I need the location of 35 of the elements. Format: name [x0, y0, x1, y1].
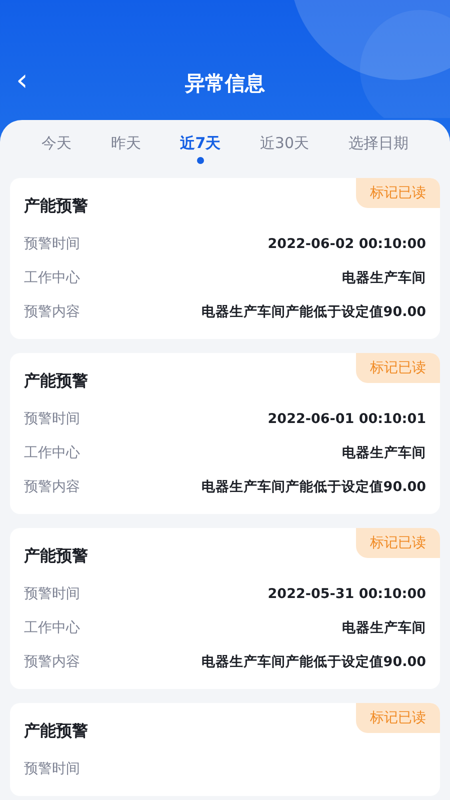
- field-value: 2022-05-31 00:10:00: [268, 586, 426, 602]
- date-tab[interactable]: 昨天: [110, 134, 141, 168]
- field-value: 2022-06-01 00:10:01: [268, 411, 426, 427]
- field-label: 工作中心: [24, 444, 80, 462]
- field-value: 电器生产车间产能低于设定值90.00: [201, 653, 426, 671]
- date-tab[interactable]: 近7天: [180, 134, 221, 168]
- field-label: 预警时间: [24, 585, 80, 603]
- field-label: 预警内容: [24, 303, 80, 321]
- field-value: 电器生产车间: [342, 619, 426, 637]
- date-tab[interactable]: 近30天: [260, 134, 310, 168]
- field-value: 电器生产车间: [342, 269, 426, 287]
- mark-read-button[interactable]: 标记已读: [356, 178, 440, 208]
- field-label: 预警时间: [24, 410, 80, 428]
- alert-title: 产能预警: [24, 196, 89, 217]
- mark-read-button[interactable]: 标记已读: [356, 703, 440, 733]
- mark-read-button[interactable]: 标记已读: [356, 353, 440, 383]
- alert-title: 产能预警: [24, 546, 89, 567]
- field-label: 预警时间: [24, 760, 80, 778]
- field-value: 2022-06-02 00:10:00: [268, 236, 426, 252]
- page-title: 异常信息: [185, 70, 265, 97]
- field-label: 工作中心: [24, 619, 80, 637]
- date-tab[interactable]: 选择日期: [348, 134, 408, 168]
- field-label: 预警内容: [24, 478, 80, 496]
- date-tab[interactable]: 今天: [42, 134, 72, 168]
- active-dot-icon: [196, 157, 204, 164]
- field-label: 工作中心: [24, 269, 80, 287]
- field-value: 电器生产车间产能低于设定值90.00: [201, 303, 426, 321]
- field-value: 电器生产车间产能低于设定值90.00: [201, 478, 426, 496]
- field-label: 预警时间: [24, 235, 80, 253]
- alert-title: 产能预警: [24, 721, 89, 742]
- back-button[interactable]: ‹: [10, 66, 34, 96]
- alert-title: 产能预警: [24, 371, 89, 392]
- field-value: 电器生产车间: [342, 444, 426, 462]
- field-label: 预警内容: [24, 653, 80, 671]
- mark-read-button[interactable]: 标记已读: [356, 528, 440, 558]
